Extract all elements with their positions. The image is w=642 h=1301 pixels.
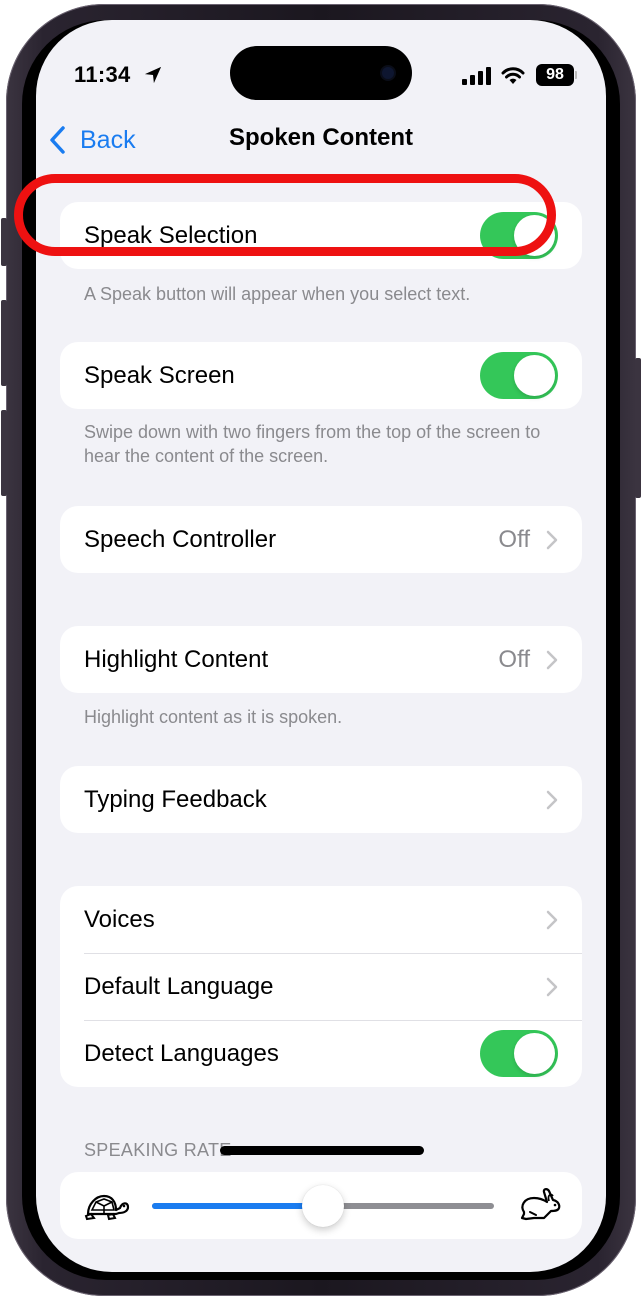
- toggle-knob: [514, 355, 555, 396]
- speak-screen-row: Speak Screen: [60, 342, 582, 409]
- turtle-icon: [84, 1194, 130, 1221]
- speaking-rate-thumb[interactable]: [302, 1185, 344, 1227]
- speak-screen-group: Speak Screen: [60, 342, 582, 409]
- typing-feedback-group: Typing Feedback: [60, 766, 582, 833]
- status-time: 11:34: [74, 62, 131, 87]
- speak-selection-label: Speak Selection: [84, 221, 258, 249]
- dynamic-island: [230, 46, 412, 100]
- highlight-content-group: Highlight Content Off: [60, 626, 582, 693]
- speaking-rate-fill: [152, 1203, 323, 1209]
- chevron-right-icon: [546, 977, 558, 996]
- speech-controller-row[interactable]: Speech Controller Off: [60, 506, 582, 573]
- speak-selection-footer: A Speak button will appear when you sele…: [84, 284, 471, 304]
- front-camera: [382, 67, 394, 79]
- location-arrow-icon: [144, 66, 162, 84]
- speak-screen-footer: Swipe down with two fingers from the top…: [84, 422, 541, 466]
- volume-up-button: [1, 300, 7, 386]
- chevron-right-icon: [546, 530, 558, 549]
- speech-controller-value: Off: [498, 525, 530, 553]
- typing-feedback-label: Typing Feedback: [84, 785, 267, 813]
- voices-language-group: Voices Default Language Detect Languages: [60, 886, 582, 1087]
- side-power-button: [635, 358, 641, 498]
- speech-controller-group: Speech Controller Off: [60, 506, 582, 573]
- detect-languages-label: Detect Languages: [84, 1039, 279, 1067]
- home-indicator[interactable]: [220, 1146, 424, 1155]
- chevron-right-icon: [546, 650, 558, 669]
- default-language-label: Default Language: [84, 972, 274, 1000]
- speech-controller-label: Speech Controller: [84, 525, 277, 553]
- speak-selection-group: Speak Selection: [60, 202, 582, 269]
- volume-down-button: [1, 410, 7, 496]
- back-label: Back: [80, 125, 136, 154]
- highlight-content-footer: Highlight content as it is spoken.: [84, 707, 343, 727]
- rabbit-icon: [520, 1188, 561, 1221]
- highlight-content-label: Highlight Content: [84, 645, 269, 673]
- action-button: [1, 218, 7, 266]
- speaking-rate-group: [60, 1172, 582, 1239]
- screen: 11:34 98 Spoken Content Back Speak Selec…: [36, 20, 606, 1272]
- chevron-right-icon: [546, 790, 558, 809]
- wifi-icon: [501, 67, 525, 84]
- detect-languages-row: Detect Languages: [60, 1020, 582, 1087]
- highlight-content-value: Off: [498, 645, 530, 673]
- chevron-left-icon: [50, 126, 65, 154]
- default-language-row[interactable]: Default Language: [60, 953, 582, 1020]
- typing-feedback-row[interactable]: Typing Feedback: [60, 766, 582, 833]
- toggle-knob: [514, 215, 555, 256]
- cellular-signal-icon: [462, 67, 491, 85]
- battery-nub: [575, 71, 577, 79]
- back-button[interactable]: Back: [48, 120, 136, 160]
- speak-screen-label: Speak Screen: [84, 361, 235, 389]
- speak-screen-toggle[interactable]: [480, 352, 558, 399]
- battery-icon: 98: [536, 64, 574, 86]
- speak-selection-toggle[interactable]: [480, 212, 558, 259]
- chevron-right-icon: [546, 910, 558, 929]
- speaking-rate-slider-row: [60, 1172, 582, 1239]
- highlight-content-row[interactable]: Highlight Content Off: [60, 626, 582, 693]
- voices-row[interactable]: Voices: [60, 886, 582, 953]
- toggle-knob: [514, 1033, 555, 1074]
- speaking-rate-header: SPEAKING RATE: [84, 1140, 232, 1160]
- speak-selection-row: Speak Selection: [60, 202, 582, 269]
- detect-languages-toggle[interactable]: [480, 1030, 558, 1077]
- voices-label: Voices: [84, 905, 155, 933]
